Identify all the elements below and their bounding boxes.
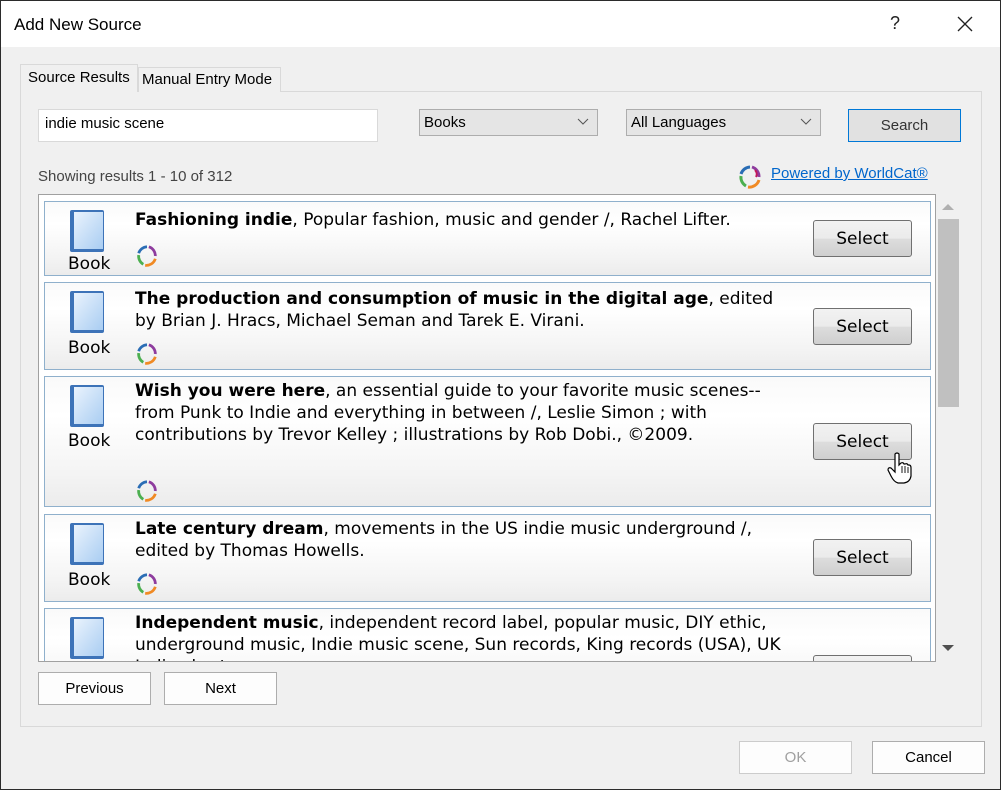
worldcat-icon <box>137 573 157 595</box>
results-count: Showing results 1 - 10 of 312 <box>38 168 233 185</box>
close-button[interactable] <box>952 11 978 37</box>
book-icon <box>70 291 104 333</box>
book-icon <box>70 385 104 427</box>
hand-cursor-icon <box>887 452 912 484</box>
ok-button[interactable]: OK <box>739 741 852 774</box>
select-button[interactable]: Select <box>813 539 912 576</box>
worldcat-icon <box>137 343 157 365</box>
source-type-value: Books <box>424 114 466 131</box>
results-list: Book Fashioning indie, Popular fashion, … <box>38 194 936 662</box>
result-type-label: Book <box>68 431 111 451</box>
select-button[interactable]: Select <box>813 220 912 257</box>
scrollbar-thumb[interactable] <box>938 219 959 407</box>
book-icon <box>70 210 104 252</box>
close-icon <box>957 16 973 32</box>
scroll-up-arrow-icon[interactable] <box>942 203 954 211</box>
previous-button[interactable]: Previous <box>38 672 151 705</box>
result-citation: Wish you were here, an essential guide t… <box>135 380 795 446</box>
search-button[interactable]: Search <box>848 109 961 142</box>
result-item: Book Late century dream, movements in th… <box>44 514 931 602</box>
result-citation: Independent music, independent record la… <box>135 612 795 661</box>
cancel-button[interactable]: Cancel <box>872 741 985 774</box>
chevron-down-icon <box>800 118 812 125</box>
source-type-select[interactable]: Books <box>419 109 598 136</box>
result-citation: The production and consumption of music … <box>135 288 795 332</box>
add-new-source-dialog: Add New Source ? Source Results Manual E… <box>0 0 1001 790</box>
tab-manual-entry-mode[interactable]: Manual Entry Mode <box>138 67 281 92</box>
result-item: Independent music, independent record la… <box>44 608 931 661</box>
result-title: Fashioning indie <box>135 210 293 230</box>
result-details: , Popular fashion, music and gender /, R… <box>292 210 731 230</box>
dialog-title: Add New Source <box>14 15 142 34</box>
chevron-down-icon <box>577 118 589 125</box>
result-title: Independent music <box>135 613 319 633</box>
result-item: Book Fashioning indie, Popular fashion, … <box>44 201 931 276</box>
search-input[interactable]: indie music scene <box>38 109 378 142</box>
result-item: Book The production and consumption of m… <box>44 282 931 370</box>
title-bar: Add New Source ? <box>1 1 1000 47</box>
next-button[interactable]: Next <box>164 672 277 705</box>
result-citation: Fashioning indie, Popular fashion, music… <box>135 209 795 231</box>
tab-source-results[interactable]: Source Results <box>20 64 138 92</box>
book-icon <box>70 617 104 659</box>
result-type-label: Book <box>68 338 111 358</box>
help-button[interactable]: ? <box>890 13 900 34</box>
worldcat-icon <box>137 480 157 502</box>
worldcat-icon <box>137 245 157 267</box>
worldcat-logo-icon <box>739 165 761 189</box>
result-title: The production and consumption of music … <box>135 289 709 309</box>
result-item: Book Wish you were here, an essential gu… <box>44 376 931 507</box>
language-value: All Languages <box>631 114 727 131</box>
result-type-label: Book <box>68 570 111 590</box>
scroll-down-arrow-icon[interactable] <box>942 644 954 652</box>
result-type-label: Book <box>68 254 111 274</box>
select-button[interactable]: Select <box>813 308 912 345</box>
result-title: Late century dream <box>135 519 324 539</box>
book-icon <box>70 523 104 565</box>
result-title: Wish you were here <box>135 381 326 401</box>
result-citation: Late century dream, movements in the US … <box>135 518 795 562</box>
language-select[interactable]: All Languages <box>626 109 821 136</box>
powered-by-worldcat-link[interactable]: Powered by WorldCat® <box>771 165 928 182</box>
select-button[interactable]: Select <box>813 655 912 661</box>
